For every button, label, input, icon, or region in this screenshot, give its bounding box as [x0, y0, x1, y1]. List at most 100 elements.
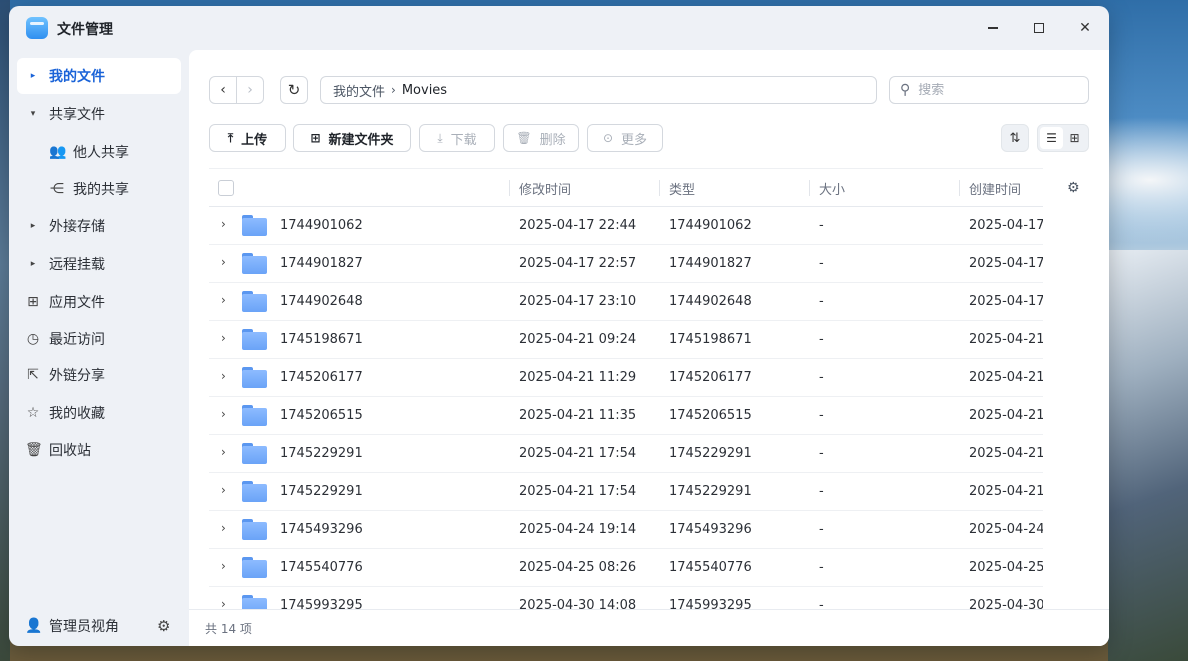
file-name[interactable]: 1745493296	[280, 522, 363, 537]
file-name[interactable]: 1744902648	[280, 294, 363, 309]
refresh-button[interactable]: ↻	[280, 76, 308, 104]
chevron-right-icon[interactable]: ›	[221, 369, 226, 383]
close-icon: ✕	[1079, 20, 1091, 36]
refresh-icon: ↻	[287, 81, 301, 99]
select-all-checkbox[interactable]	[218, 180, 234, 196]
table-row[interactable]: › 1745493296 2025-04-24 19:14 1745493296 - 20…	[209, 511, 1043, 549]
column-divider	[659, 180, 660, 196]
close-button[interactable]: ✕	[1073, 16, 1097, 40]
sidebar-item-label: 我的共享	[73, 182, 129, 198]
delete-label: 删除	[539, 132, 566, 148]
chevron-right-icon[interactable]: ›	[221, 483, 226, 497]
sidebar-item-app-files[interactable]: ⊞ 应用文件	[17, 284, 181, 320]
sidebar-item-my-shares[interactable]: ⋲ 我的共享	[17, 171, 181, 207]
chevron-right-icon[interactable]: ›	[221, 255, 226, 269]
admin-view-toggle[interactable]: 👤 管理员视角 ⚙	[9, 606, 189, 646]
table-row[interactable]: › 1745206515 2025-04-21 11:35 1745206515 - 20…	[209, 397, 1043, 435]
table-row[interactable]: › 1745206177 2025-04-21 11:29 1745206177 - 20…	[209, 359, 1043, 397]
chevron-right-icon[interactable]: ›	[221, 559, 226, 573]
file-name[interactable]: 1744901827	[280, 256, 363, 271]
sidebar-item-label: 外接存储	[49, 219, 105, 235]
created-time: 2025-04-24	[969, 522, 1043, 537]
file-name[interactable]: 1745206177	[280, 370, 363, 385]
more-button[interactable]: ⊙ 更多	[587, 124, 663, 152]
maximize-button[interactable]	[1027, 16, 1051, 40]
file-type: 1745229291	[669, 484, 752, 499]
folder-icon	[242, 329, 267, 350]
column-size[interactable]: 大小	[819, 179, 845, 198]
sidebar-item-external-storage[interactable]: ▸ 外接存储	[17, 208, 181, 244]
chevron-right-icon[interactable]: ›	[221, 521, 226, 535]
file-name[interactable]: 1745229291	[280, 446, 363, 461]
folder-icon	[242, 443, 267, 464]
gear-icon[interactable]: ⚙	[157, 617, 170, 635]
file-type: 1744902648	[669, 294, 752, 309]
table-row[interactable]: › 1745229291 2025-04-21 17:54 1745229291 - 20…	[209, 435, 1043, 473]
breadcrumb-current[interactable]: Movies	[402, 83, 447, 98]
column-created[interactable]: 创建时间	[969, 179, 1021, 198]
column-divider	[509, 180, 510, 196]
chevron-right-icon[interactable]: ›	[221, 217, 226, 231]
file-size: -	[819, 484, 824, 499]
sidebar-item-favorites[interactable]: ☆ 我的收藏	[17, 395, 181, 431]
table-row[interactable]: › 1745198671 2025-04-21 09:24 1745198671 - 20…	[209, 321, 1043, 359]
column-settings-icon[interactable]: ⚙	[1067, 180, 1080, 196]
sidebar-item-my-files[interactable]: ▸ 我的文件	[17, 58, 181, 94]
file-name[interactable]: 1745540776	[280, 560, 363, 575]
upload-button[interactable]: ⤒ 上传	[209, 124, 286, 152]
column-modified[interactable]: 修改时间	[519, 179, 571, 198]
breadcrumb[interactable]: 我的文件 › Movies	[320, 76, 877, 104]
file-name[interactable]: 1745198671	[280, 332, 363, 347]
table-row[interactable]: › 1744901062 2025-04-17 22:44 1744901062 - 20…	[209, 207, 1043, 245]
chevron-right-icon[interactable]: ›	[221, 331, 226, 345]
search-icon: ⚲	[900, 82, 911, 98]
table-row[interactable]: › 1745540776 2025-04-25 08:26 1745540776 - 20…	[209, 549, 1043, 587]
download-button[interactable]: ⤓ 下载	[419, 124, 495, 152]
minimize-icon	[988, 27, 998, 29]
search-box: ⚲	[889, 76, 1089, 104]
sidebar-item-remote-mount[interactable]: ▸ 远程挂载	[17, 246, 181, 282]
forward-button[interactable]: ›	[237, 77, 263, 103]
sort-button[interactable]: ⇅	[1001, 124, 1029, 152]
sidebar-item-shared-files[interactable]: ▾ 共享文件	[17, 96, 181, 132]
back-button[interactable]: ‹	[210, 77, 236, 103]
download-label: 下载	[450, 132, 477, 148]
file-type: 1744901827	[669, 256, 752, 271]
table-row[interactable]: › 1744902648 2025-04-17 23:10 1744902648 - 20…	[209, 283, 1043, 321]
breadcrumb-root[interactable]: 我的文件	[333, 81, 385, 100]
list-view-button[interactable]: ☰	[1040, 127, 1063, 149]
file-size: -	[819, 332, 824, 347]
folder-icon	[242, 519, 267, 540]
chevron-right-icon[interactable]: ›	[221, 293, 226, 307]
modified-time: 2025-04-21 17:54	[519, 446, 637, 461]
sidebar-item-label: 远程挂载	[49, 257, 105, 273]
sidebar-item-recent[interactable]: ◷ 最近访问	[17, 321, 181, 357]
file-name[interactable]: 1745229291	[280, 484, 363, 499]
new-folder-button[interactable]: ⊞ 新建文件夹	[293, 124, 411, 152]
table-row[interactable]: › 1744901827 2025-04-17 22:57 1744901827 - 20…	[209, 245, 1043, 283]
sidebar-item-label: 我的收藏	[49, 406, 105, 422]
caret-right-icon: ▸	[30, 259, 36, 269]
sidebar-item-external-share[interactable]: ⇱ 外链分享	[17, 357, 181, 393]
item-count: 共 14 项	[205, 621, 252, 636]
file-name[interactable]: 1744901062	[280, 218, 363, 233]
grid-view-button[interactable]: ⊞	[1063, 127, 1086, 149]
created-time: 2025-04-21	[969, 408, 1043, 423]
column-type[interactable]: 类型	[669, 179, 695, 198]
file-type: 1745198671	[669, 332, 752, 347]
minimize-button[interactable]	[981, 16, 1005, 40]
title-bar: 文件管理 ✕	[9, 6, 1109, 50]
file-size: -	[819, 560, 824, 575]
chevron-right-icon[interactable]: ›	[221, 445, 226, 459]
sidebar-item-label: 回收站	[49, 443, 91, 459]
file-size: -	[819, 294, 824, 309]
table-row[interactable]: › 1745229291 2025-04-21 17:54 1745229291 - 20…	[209, 473, 1043, 511]
share-icon: ⋲	[50, 181, 64, 197]
file-name[interactable]: 1745206515	[280, 408, 363, 423]
chevron-right-icon[interactable]: ›	[221, 407, 226, 421]
delete-button[interactable]: 🗑 删除	[503, 124, 579, 152]
sidebar-item-recycle-bin[interactable]: 🗑 回收站	[17, 432, 181, 468]
search-input[interactable]	[918, 82, 1069, 98]
view-toggle: ☰ ⊞	[1037, 124, 1089, 152]
sidebar-item-shared-with-me[interactable]: 👥 他人共享	[17, 134, 181, 170]
